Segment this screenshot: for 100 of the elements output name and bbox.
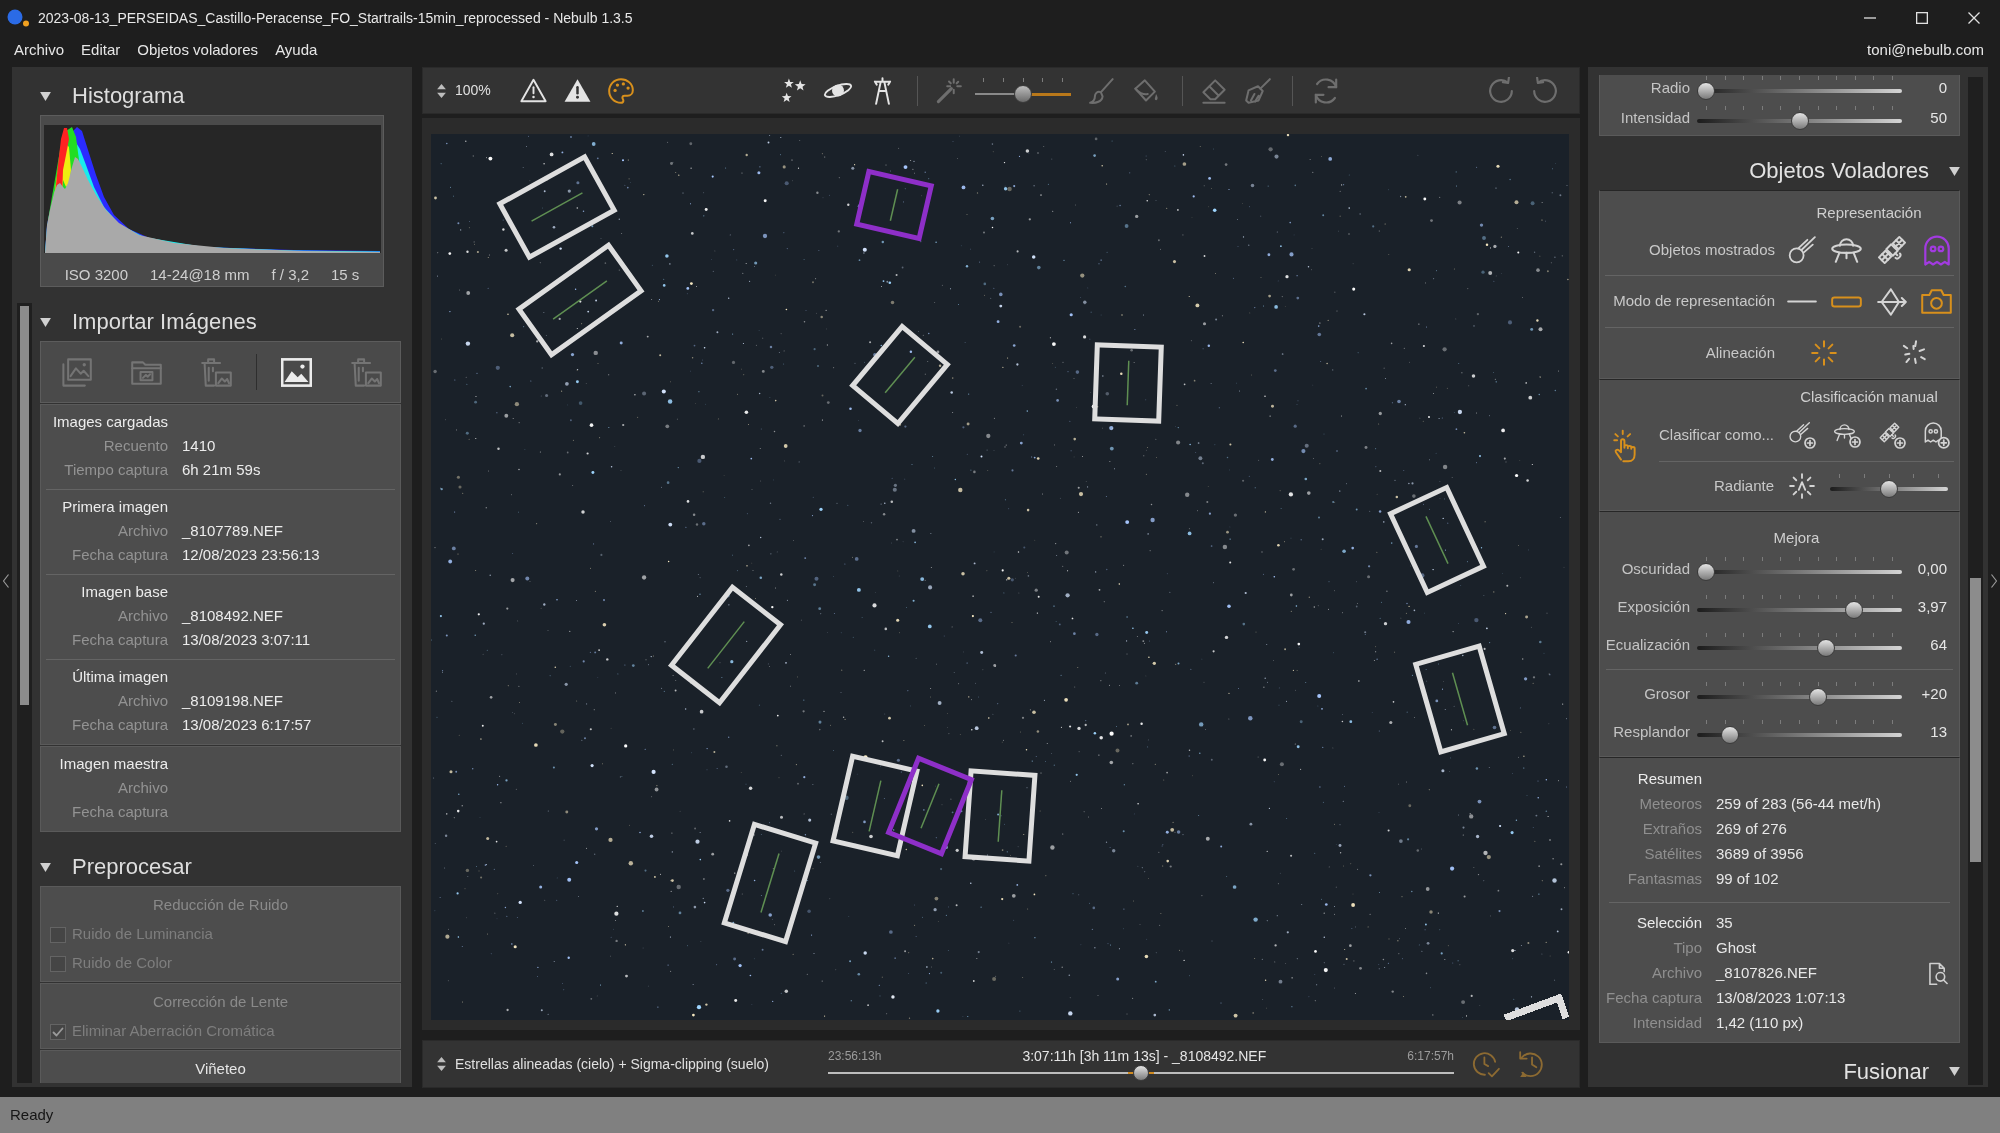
scattered-burst-icon[interactable] (1901, 340, 1927, 366)
option-label: Modo de representación (1612, 291, 1775, 312)
comet-icon[interactable] (1786, 236, 1817, 264)
slider-thumb[interactable] (1697, 563, 1715, 581)
camera-icon[interactable] (1921, 289, 1952, 314)
pylon-icon[interactable] (872, 76, 892, 105)
slider-thumb[interactable] (1844, 601, 1863, 619)
card-title: Corrección de Lente (152, 991, 289, 1012)
slider-value: 0,00 (1916, 558, 1947, 579)
slider-thumb[interactable] (1816, 639, 1835, 657)
card-title: Mejora (1773, 527, 1820, 548)
slider-track[interactable] (1697, 682, 1902, 706)
timeline-track[interactable] (828, 1065, 1454, 1081)
timeline-thumb[interactable] (1133, 1065, 1149, 1081)
scrollbar-thumb[interactable] (20, 306, 29, 705)
radiant-burst-icon[interactable] (1788, 473, 1815, 499)
chevron-right-icon[interactable] (1991, 573, 1997, 588)
line-icon[interactable] (1786, 299, 1817, 304)
section-title[interactable]: Fusionar (1843, 1058, 1929, 1085)
diamond-arrow-icon[interactable] (1876, 287, 1907, 316)
caret-icon[interactable] (40, 91, 51, 101)
caret-icon[interactable] (40, 862, 51, 872)
window-title: 2023-08-13_PERSEIDAS_Castillo-Peracense_FO_Startrails-15min_reprocessed - Nebulb 1.3.5 (38, 8, 633, 28)
slider-track[interactable] (1697, 76, 1902, 100)
option-label: Objetos mostrados (1648, 239, 1775, 260)
warning-filled-icon[interactable] (563, 78, 591, 103)
scrollbar-thumb[interactable] (1970, 578, 1981, 862)
time-label: 6:17:57h (1407, 1048, 1454, 1065)
menu-item[interactable]: Ayuda (275, 38, 318, 62)
slider-track[interactable] (1697, 106, 1902, 130)
field-value: _8107789.NEF (182, 520, 283, 541)
clock-check-icon[interactable] (1472, 1050, 1500, 1078)
group-title: Imagen maestra (58, 753, 168, 774)
slider-thumb[interactable] (1721, 726, 1740, 744)
caret-icon[interactable] (1949, 166, 1960, 176)
stack-mode-label[interactable]: Estrellas alineadas (cielo) + Sigma-clipping (suelo) (455, 1053, 815, 1075)
field-label: Archivo (116, 690, 168, 711)
section-title[interactable]: Preprocesar (72, 854, 192, 880)
slider-label: Intensidad (1619, 107, 1690, 128)
ghost-plus-icon[interactable] (1923, 421, 1950, 449)
close-icon[interactable] (1968, 12, 1980, 24)
chevron-left-icon[interactable] (3, 573, 9, 588)
slider-thumb[interactable] (1809, 688, 1828, 706)
slider-label: Radio (1649, 77, 1690, 98)
satellite-icon[interactable] (1876, 235, 1907, 265)
palette-icon[interactable] (608, 77, 634, 104)
menu-item[interactable]: Archivo (14, 38, 65, 62)
field-value: 259 of 283 (56-44 met/h) (1716, 794, 1882, 815)
option-label: Alineación (1704, 342, 1775, 363)
tap-hand-icon[interactable] (1613, 429, 1637, 463)
menu-item[interactable]: Objetos voladores (137, 38, 259, 62)
slider-track[interactable] (1697, 720, 1902, 744)
section-title[interactable]: Histograma (72, 83, 185, 109)
slider-track[interactable] (1830, 474, 1948, 498)
slider-value: 50 (1929, 107, 1947, 128)
card-title[interactable]: Viñeteo (195, 1057, 246, 1081)
section-title[interactable]: Importar Imágenes (72, 309, 257, 335)
ufo-icon[interactable] (1831, 237, 1862, 263)
scrollbar-track[interactable] (17, 303, 32, 1083)
planet-icon[interactable] (823, 83, 853, 98)
option-label: Clasificar como... (1657, 424, 1774, 445)
user-email[interactable]: toni@nebulb.com (1867, 38, 1984, 62)
section-title[interactable]: Objetos Voladores (1749, 158, 1929, 184)
file-search-icon[interactable] (1929, 962, 1948, 985)
field-label: Fecha captura (71, 714, 168, 735)
slider-thumb[interactable] (1697, 82, 1715, 100)
field-label: Archivo (116, 777, 168, 798)
zoom-level[interactable]: 100% (455, 80, 503, 101)
slider-track[interactable] (975, 77, 1071, 104)
burst-icon[interactable] (1811, 340, 1837, 366)
exif-value: 15 s (331, 265, 360, 285)
card-title: Reducción de Ruido (152, 894, 289, 915)
scrollbar-track[interactable] (1968, 77, 1983, 1085)
time-label: 3:07:11h [3h 11m 13s] - _8108492.NEF (1021, 1046, 1268, 1066)
slider-thumb[interactable] (1790, 112, 1809, 130)
group-title: Resumen (1636, 769, 1702, 790)
maximize-icon[interactable] (1916, 12, 1928, 24)
ufo-plus-icon[interactable] (1832, 422, 1861, 448)
slider-thumb[interactable] (1880, 480, 1898, 498)
caret-icon[interactable] (1949, 1067, 1960, 1076)
clock-history-icon[interactable] (1518, 1050, 1545, 1078)
slider-track[interactable] (1697, 557, 1902, 581)
slider-track[interactable] (1697, 633, 1902, 657)
detection-box[interactable] (885, 755, 975, 857)
field-label: Satélites (1643, 844, 1702, 865)
caret-icon[interactable] (40, 317, 51, 327)
card-title: Representación (1815, 202, 1923, 223)
stars-icon[interactable] (781, 77, 807, 104)
satellite-plus-icon[interactable] (1877, 421, 1906, 449)
rounded-rectangle-icon[interactable] (1831, 295, 1862, 308)
comet-plus-icon[interactable] (1787, 421, 1816, 449)
slider-label: Oscuridad (1620, 558, 1690, 579)
slider-track[interactable] (1697, 595, 1902, 619)
slider-thumb[interactable] (1014, 84, 1032, 103)
warning-icon[interactable] (519, 78, 547, 103)
up-down-arrows-icon[interactable] (437, 1057, 446, 1071)
image-icon[interactable] (280, 357, 312, 387)
menu-item[interactable]: Editar (81, 38, 121, 62)
up-down-arrows-icon[interactable] (437, 83, 446, 98)
exif-value: ISO 3200 (64, 265, 129, 285)
